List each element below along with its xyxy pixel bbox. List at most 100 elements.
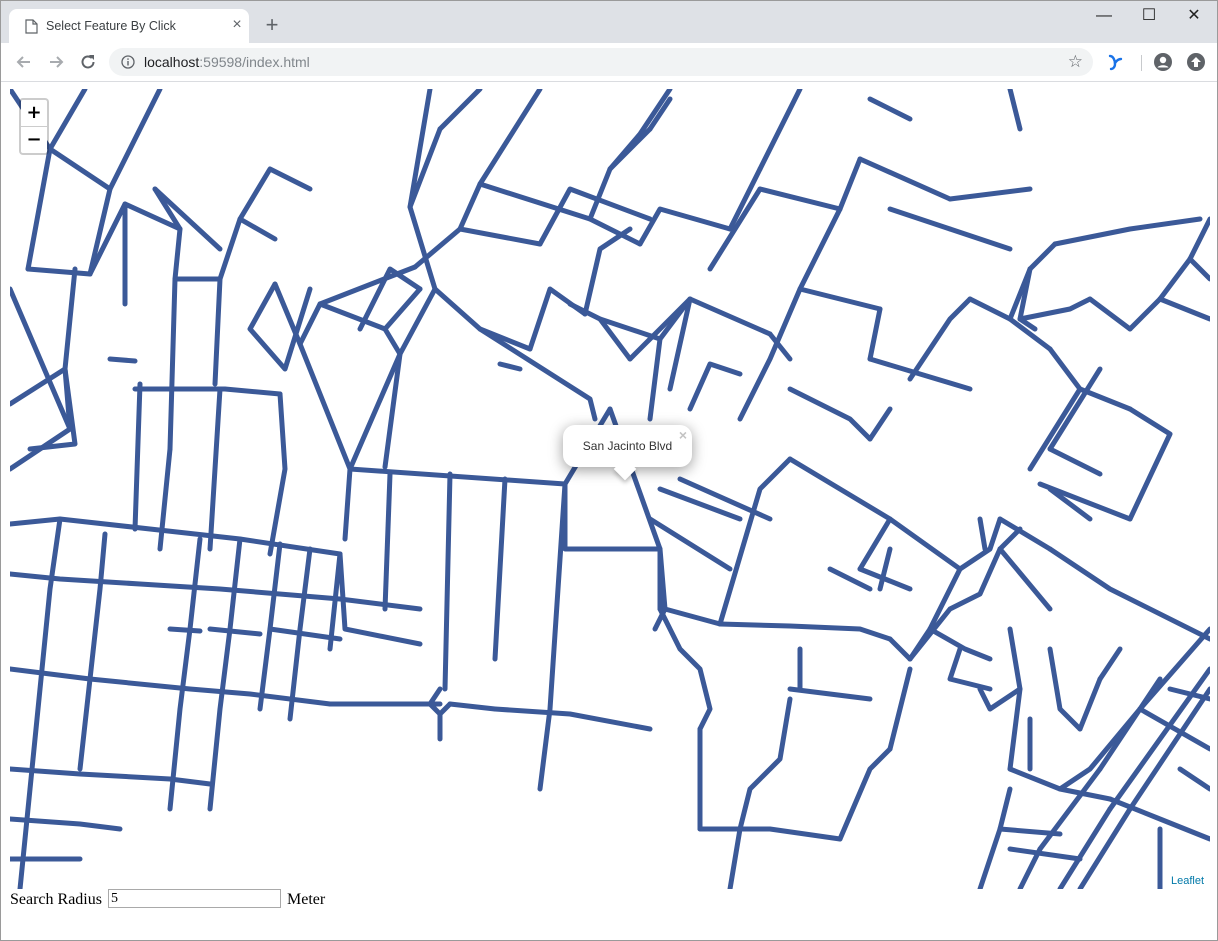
road-segment[interactable] bbox=[1077, 676, 1103, 732]
road-segment[interactable] bbox=[887, 206, 953, 232]
road-network[interactable] bbox=[10, 89, 1210, 889]
road-segment[interactable] bbox=[412, 226, 543, 270]
profile-icon[interactable] bbox=[1153, 52, 1173, 72]
road-segment[interactable] bbox=[977, 516, 988, 552]
road-segment[interactable] bbox=[607, 126, 653, 172]
road-segment[interactable] bbox=[927, 566, 963, 632]
road-segment[interactable] bbox=[132, 381, 143, 532]
road-segment[interactable] bbox=[717, 621, 893, 642]
road-segment[interactable] bbox=[492, 706, 653, 732]
road-segment[interactable] bbox=[977, 826, 1003, 889]
road-segment[interactable] bbox=[717, 456, 793, 627]
tab-active[interactable]: Select Feature By Click × bbox=[9, 9, 249, 43]
close-window-button[interactable]: ✕ bbox=[1171, 1, 1217, 33]
road-segment[interactable] bbox=[757, 186, 843, 212]
road-segment[interactable] bbox=[867, 96, 913, 122]
road-segment[interactable] bbox=[977, 686, 1023, 712]
road-segment[interactable] bbox=[1187, 256, 1210, 282]
maximize-button[interactable]: ☐ bbox=[1126, 1, 1172, 33]
road-segment[interactable] bbox=[1027, 386, 1083, 472]
road-segment[interactable] bbox=[1097, 646, 1123, 682]
road-segment[interactable] bbox=[1127, 296, 1163, 332]
map-view[interactable]: + − San Jacinto Blvd × Leaflet bbox=[10, 89, 1210, 889]
back-arrow-icon[interactable] bbox=[13, 51, 35, 73]
road-segment[interactable] bbox=[157, 446, 173, 552]
road-segment[interactable] bbox=[1157, 256, 1193, 302]
minimize-button[interactable]: — bbox=[1081, 1, 1127, 33]
road-segment[interactable] bbox=[1047, 546, 1210, 642]
road-segment[interactable] bbox=[1047, 446, 1103, 477]
road-segment[interactable] bbox=[497, 361, 523, 372]
zoom-out-button[interactable]: − bbox=[21, 127, 47, 153]
update-icon[interactable] bbox=[1186, 52, 1206, 72]
road-segment[interactable] bbox=[267, 391, 288, 557]
forward-arrow-icon[interactable] bbox=[45, 51, 67, 73]
road-segment[interactable] bbox=[537, 481, 568, 792]
road-segment[interactable] bbox=[207, 536, 243, 812]
road-segment[interactable] bbox=[1007, 89, 1023, 132]
road-segment[interactable] bbox=[477, 89, 543, 187]
road-segment[interactable] bbox=[297, 286, 423, 347]
road-segment[interactable] bbox=[837, 746, 893, 842]
road-segment[interactable] bbox=[907, 296, 973, 382]
road-segment[interactable] bbox=[697, 826, 843, 842]
road-segment[interactable] bbox=[10, 286, 73, 432]
road-segment[interactable] bbox=[867, 306, 883, 362]
road-segment[interactable] bbox=[10, 426, 73, 472]
road-segment[interactable] bbox=[1047, 646, 1083, 732]
road-segment[interactable] bbox=[947, 226, 1013, 252]
attribution-link[interactable]: Leaflet bbox=[1166, 873, 1208, 889]
road-segment[interactable] bbox=[1017, 846, 1043, 889]
road-segment[interactable] bbox=[1007, 846, 1083, 862]
road-segment[interactable] bbox=[737, 696, 793, 832]
road-segment[interactable] bbox=[797, 206, 883, 312]
road-segment[interactable] bbox=[657, 606, 713, 732]
bookmark-star-icon[interactable]: ☆ bbox=[1068, 52, 1083, 72]
road-segment[interactable] bbox=[107, 356, 138, 364]
road-segment[interactable] bbox=[1187, 216, 1210, 262]
road-segment[interactable] bbox=[447, 701, 498, 712]
road-segment[interactable] bbox=[257, 541, 283, 712]
tab-close-icon[interactable]: × bbox=[228, 16, 246, 34]
road-segment[interactable] bbox=[152, 186, 223, 252]
address-bar[interactable]: localhost:59598/index.html ☆ bbox=[109, 48, 1093, 76]
road-segment[interactable] bbox=[1087, 296, 1133, 332]
road-segment[interactable] bbox=[887, 636, 913, 662]
road-segment[interactable] bbox=[527, 286, 588, 352]
road-segment[interactable] bbox=[787, 386, 873, 442]
road-segment[interactable] bbox=[887, 666, 913, 752]
road-segment[interactable] bbox=[727, 826, 743, 889]
road-segment[interactable] bbox=[437, 89, 483, 132]
road-segment[interactable] bbox=[167, 536, 203, 812]
road-segment[interactable] bbox=[582, 226, 633, 317]
road-segment[interactable] bbox=[737, 286, 803, 422]
road-segment[interactable] bbox=[867, 406, 893, 442]
road-segment[interactable] bbox=[857, 156, 953, 202]
road-segment[interactable] bbox=[1017, 296, 1093, 322]
road-segment[interactable] bbox=[1157, 296, 1210, 322]
road-segment[interactable] bbox=[1052, 216, 1203, 247]
road-segment[interactable] bbox=[492, 476, 508, 662]
road-segment[interactable] bbox=[207, 386, 223, 552]
reload-icon[interactable] bbox=[77, 51, 99, 73]
road-segment[interactable] bbox=[10, 571, 423, 612]
road-segment[interactable] bbox=[1127, 406, 1173, 522]
road-segment[interactable] bbox=[317, 264, 418, 307]
road-segment[interactable] bbox=[397, 286, 533, 357]
road-segment[interactable] bbox=[1027, 241, 1058, 272]
road-segment[interactable] bbox=[647, 336, 663, 422]
road-segment[interactable] bbox=[167, 626, 203, 634]
road-segment[interactable] bbox=[382, 326, 403, 470]
new-tab-button[interactable]: + bbox=[260, 13, 284, 37]
road-segment[interactable] bbox=[1177, 766, 1210, 792]
popup-close-icon[interactable]: × bbox=[679, 428, 687, 442]
road-segment[interactable] bbox=[837, 156, 863, 212]
road-segment[interactable] bbox=[627, 296, 773, 362]
road-segment[interactable] bbox=[637, 206, 733, 247]
road-segment[interactable] bbox=[167, 276, 178, 452]
road-segment[interactable] bbox=[77, 531, 108, 772]
road-segment[interactable] bbox=[382, 471, 393, 612]
road-segment[interactable] bbox=[342, 466, 353, 542]
road-segment[interactable] bbox=[477, 326, 598, 422]
road-segment[interactable] bbox=[10, 766, 213, 787]
